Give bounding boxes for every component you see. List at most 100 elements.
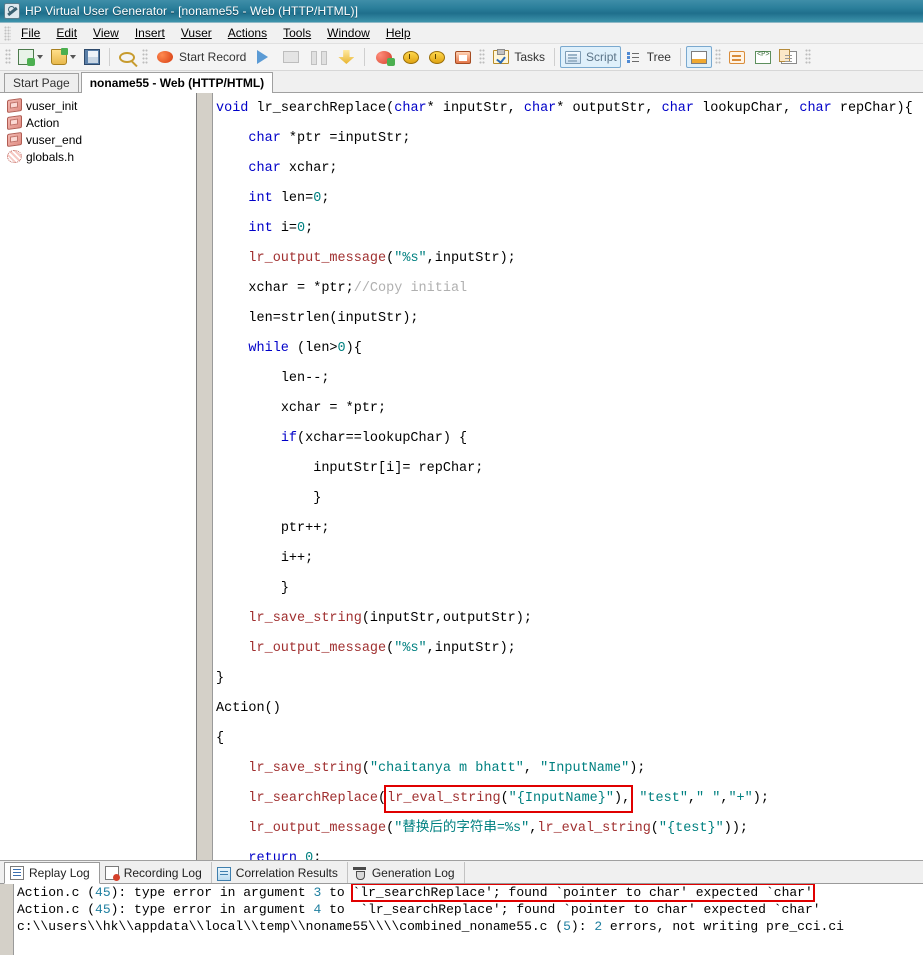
- output-log-body[interactable]: Action.c (45): type error in argument 3 …: [0, 884, 923, 955]
- start-record-button[interactable]: Start Record: [151, 46, 250, 68]
- log-text: 2: [594, 919, 603, 934]
- code-line[interactable]: lr_output_message("%s",inputStr);: [213, 244, 923, 274]
- log-line: c:\\users\\hk\\appdata\\local\\temp\\non…: [17, 918, 923, 935]
- code-line[interactable]: int len=0;: [213, 184, 923, 214]
- code-line[interactable]: len--;: [213, 364, 923, 394]
- menu-edit[interactable]: Edit: [48, 24, 85, 42]
- zoom-button[interactable]: [115, 46, 139, 68]
- tree-item-globals-h[interactable]: globals.h: [4, 148, 196, 165]
- save-button[interactable]: [80, 46, 104, 68]
- toolbar-grip-3[interactable]: [479, 49, 486, 65]
- code-line[interactable]: if(xchar==lookupChar) {: [213, 424, 923, 454]
- log-line: Action.c (45): type error in argument 3 …: [17, 884, 923, 902]
- script-view-button[interactable]: Script: [560, 46, 621, 68]
- code-line[interactable]: }: [213, 574, 923, 604]
- new-script-button[interactable]: [14, 46, 47, 68]
- run-button[interactable]: [250, 46, 277, 68]
- code-token: char: [523, 101, 557, 116]
- split-view-button[interactable]: [685, 46, 712, 68]
- code-line[interactable]: lr_save_string(inputStr,outputStr);: [213, 604, 923, 634]
- code-token: lookupChar,: [694, 101, 800, 116]
- menubar-grip[interactable]: [4, 25, 11, 41]
- tree-view-button[interactable]: Tree: [621, 46, 675, 68]
- code-line[interactable]: }: [213, 484, 923, 514]
- runtime-viewer-button[interactable]: [450, 46, 476, 68]
- menu-insert[interactable]: Insert: [127, 24, 173, 42]
- tab-start-page[interactable]: Start Page: [4, 73, 79, 92]
- code-line[interactable]: {: [213, 724, 923, 754]
- script-view-icon: [565, 50, 582, 64]
- tree-item-vuser-end[interactable]: vuser_end: [4, 131, 196, 148]
- menu-help[interactable]: Help: [378, 24, 419, 42]
- code-line[interactable]: while (len>0){: [213, 334, 923, 364]
- tasks-button[interactable]: Tasks: [488, 46, 549, 68]
- menu-tools[interactable]: Tools: [275, 24, 319, 42]
- code-line[interactable]: char xchar;: [213, 154, 923, 184]
- toolbar-grip-5[interactable]: [804, 49, 811, 65]
- toolbar-grip-4[interactable]: [714, 49, 721, 65]
- tree-item-vuser-init[interactable]: vuser_init: [4, 97, 196, 114]
- code-line[interactable]: ptr++;: [213, 514, 923, 544]
- scan-start-button[interactable]: [398, 46, 424, 68]
- log-text: 45: [95, 885, 111, 900]
- log-text: Action.c (: [17, 902, 96, 917]
- menu-insert-label: Insert: [134, 26, 165, 40]
- tab-generation-log[interactable]: Generation Log: [347, 862, 465, 883]
- open-script-button[interactable]: [47, 46, 80, 68]
- log-text: ): type error in argument: [110, 902, 314, 917]
- code-token: ,inputStr);: [426, 641, 516, 656]
- code-line[interactable]: Action(): [213, 694, 923, 724]
- tab-correlation-results[interactable]: Correlation Results: [211, 862, 348, 883]
- menu-window[interactable]: Window: [319, 24, 378, 42]
- tab-replay-log[interactable]: Replay Log: [4, 862, 100, 884]
- window-title: HP Virtual User Generator - [noname55 - …: [25, 4, 359, 18]
- code-line[interactable]: i++;: [213, 544, 923, 574]
- tab-noname55[interactable]: noname55 - Web (HTTP/HTML): [80, 72, 274, 93]
- copy-button[interactable]: [776, 46, 802, 68]
- editor-code-area[interactable]: void lr_searchReplace(char* inputStr, ch…: [213, 93, 923, 860]
- download-button[interactable]: [333, 46, 359, 68]
- code-line[interactable]: lr_save_string("chaitanya m bhatt", "Inp…: [213, 754, 923, 784]
- tree-item-action[interactable]: Action: [4, 114, 196, 131]
- code-line[interactable]: }: [213, 664, 923, 694]
- snapshot-button[interactable]: [724, 46, 750, 68]
- chevron-down-icon[interactable]: [70, 55, 76, 59]
- output-tabs: Replay Log Recording Log Correlation Res…: [0, 861, 923, 884]
- code-token: "chaitanya m bhatt": [369, 761, 524, 776]
- code-token: ptr++;: [280, 521, 330, 536]
- toolbar-separator: [364, 48, 366, 66]
- menu-file-label: File: [21, 26, 41, 40]
- menu-actions[interactable]: Actions: [220, 24, 275, 42]
- script-editor-pane[interactable]: void lr_searchReplace(char* inputStr, ch…: [197, 93, 923, 860]
- code-line[interactable]: lr_searchReplace(lr_eval_string("{InputN…: [213, 784, 923, 814]
- menu-actions-label: Actions: [227, 26, 268, 40]
- menu-file[interactable]: File: [13, 24, 48, 42]
- code-token: {: [216, 731, 225, 746]
- code-line[interactable]: lr_output_message("%s",inputStr);: [213, 634, 923, 664]
- menu-edit-label: Edit: [56, 26, 78, 40]
- code-line[interactable]: return 0;: [213, 844, 923, 860]
- chevron-down-icon[interactable]: [37, 55, 43, 59]
- correlate-button[interactable]: [370, 46, 398, 68]
- menu-view[interactable]: View: [85, 24, 127, 42]
- code-line[interactable]: lr_output_message("替换后的字符串=%s",lr_eval_s…: [213, 814, 923, 844]
- code-line[interactable]: int i=0;: [213, 214, 923, 244]
- code-line[interactable]: xchar = *ptr;//Copy initial: [213, 274, 923, 304]
- code-line[interactable]: xchar = *ptr;: [213, 394, 923, 424]
- code-line[interactable]: inputStr[i]= repChar;: [213, 454, 923, 484]
- code-line[interactable]: char *ptr =inputStr;: [213, 124, 923, 154]
- code-line[interactable]: void lr_searchReplace(char* inputStr, ch…: [213, 94, 923, 124]
- toolbar-grip-1[interactable]: [5, 49, 11, 65]
- record-icon: [157, 51, 173, 63]
- code-token: "%s": [394, 641, 427, 656]
- toolbar-grip-2[interactable]: [142, 49, 148, 65]
- tab-recording-log[interactable]: Recording Log: [99, 862, 212, 883]
- menu-vuser[interactable]: Vuser: [173, 24, 220, 42]
- pause-button[interactable]: [305, 46, 333, 68]
- scan-end-button[interactable]: [424, 46, 450, 68]
- code-token: i++;: [280, 551, 314, 566]
- output-log-lines[interactable]: Action.c (45): type error in argument 3 …: [14, 884, 923, 955]
- parameter-button[interactable]: [750, 46, 776, 68]
- code-line[interactable]: len=strlen(inputStr);: [213, 304, 923, 334]
- stop-button[interactable]: [277, 46, 305, 68]
